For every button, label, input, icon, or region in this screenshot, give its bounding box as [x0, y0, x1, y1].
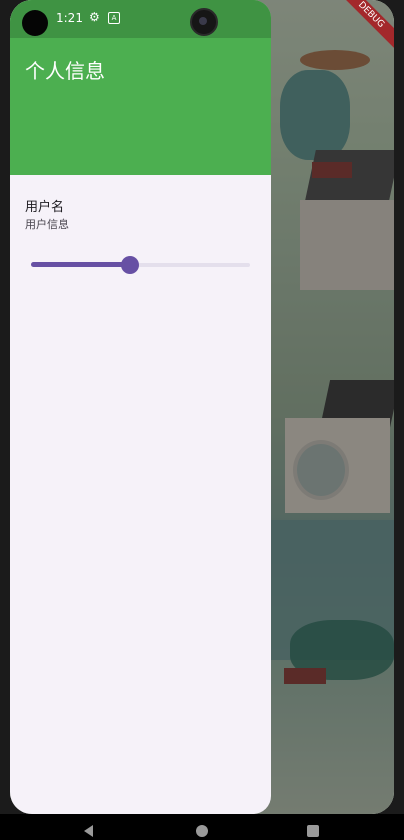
phone-frame: DEBUG 个人信息 用户名 用户信息 1:21 ⚙ A	[0, 0, 404, 840]
settings-gear-icon: ⚙	[89, 10, 100, 24]
back-icon[interactable]	[84, 825, 93, 837]
slider-active-track	[31, 262, 130, 267]
a-notification-icon: A	[108, 12, 120, 24]
navigation-drawer: 个人信息 用户名 用户信息	[10, 0, 271, 814]
status-time: 1:21	[56, 11, 83, 25]
camera-cutout	[22, 10, 48, 36]
home-icon[interactable]	[196, 825, 208, 837]
list-tile-title[interactable]: 用户名	[25, 196, 64, 215]
status-bar: 1:21 ⚙ A	[10, 0, 394, 38]
list-tile-subtitle: 用户信息	[25, 218, 69, 231]
front-camera-icon	[190, 8, 218, 36]
screen: DEBUG 个人信息 用户名 用户信息 1:21 ⚙ A	[10, 0, 394, 814]
drawer-header-title: 个人信息	[25, 59, 105, 83]
slider-thumb[interactable]	[120, 256, 139, 274]
recents-icon[interactable]	[307, 825, 319, 837]
value-slider[interactable]	[31, 255, 250, 275]
system-nav-bar	[0, 814, 404, 840]
